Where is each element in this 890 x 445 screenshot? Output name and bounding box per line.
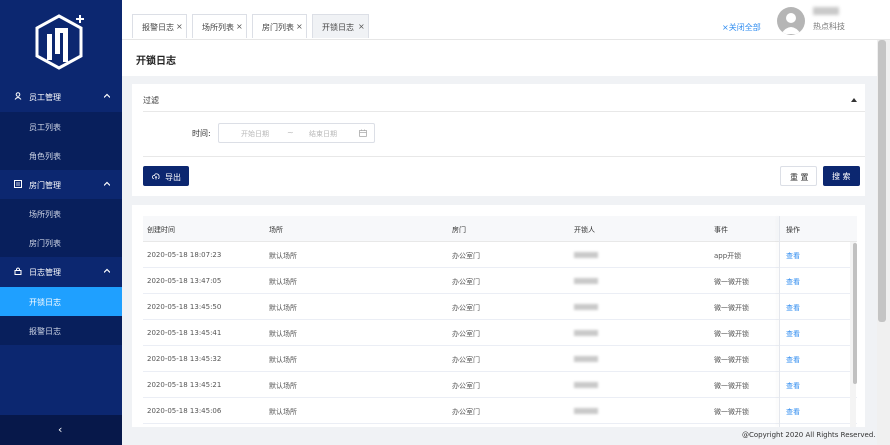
table-row: 2020-05-18 13:47:05 默认场所 办公室门 微一微开锁 查看 [143, 268, 857, 294]
top-header: 报警日志 × 场所列表 × 房门列表 × 开锁日志 × ×关闭全部 热点科技 [122, 0, 890, 40]
user-avatar-icon [781, 13, 801, 34]
table-row: 2020-05-18 13:45:32 默认场所 办公室门 微一微开锁 查看 [143, 346, 857, 372]
divider [143, 111, 865, 112]
cloud-upload-icon [152, 173, 160, 180]
sidebar-group-employee[interactable]: 员工管理 [0, 83, 122, 111]
unlocker-blurred [574, 382, 598, 388]
sidebar-item-unlock-log[interactable]: 开锁日志 [0, 287, 122, 316]
sidebar: 员工管理 员工列表 角色列表 房门管理 场所列表 房门列表 日志管理 开锁日志 … [0, 0, 122, 445]
sidebar-item-role-list[interactable]: 角色列表 [0, 141, 122, 170]
date-range-picker[interactable]: 开始日期 ~ 结束日期 [218, 123, 375, 143]
close-icon[interactable]: × [236, 22, 243, 31]
unlock-log-table: 创建时间 场所 房门 开锁人 事件 操作 2020-05-18 18:07:23… [132, 205, 865, 427]
column-header: 场所 [269, 226, 283, 234]
filter-title: 过滤 [143, 96, 159, 105]
sidebar-group-door[interactable]: 房门管理 [0, 171, 122, 199]
view-link[interactable]: 查看 [786, 329, 800, 339]
sidebar-group-log[interactable]: 日志管理 [0, 258, 122, 286]
app-logo-icon [35, 14, 84, 70]
reset-button[interactable]: 重 置 [780, 166, 817, 186]
close-icon[interactable]: × [296, 22, 303, 31]
column-header: 房门 [452, 226, 466, 234]
close-icon[interactable]: × [358, 22, 365, 31]
export-button[interactable]: 导出 [143, 166, 189, 186]
view-link[interactable]: 查看 [786, 303, 800, 313]
lock-icon [14, 267, 22, 275]
copyright-text: @Copyright 2020 All Rights Reserved. [742, 431, 876, 439]
tab-alarm-log[interactable]: 报警日志 × [132, 14, 187, 38]
table-header: 创建时间 场所 房门 开锁人 事件 操作 [143, 216, 857, 242]
unlocker-blurred [574, 330, 598, 336]
chevron-up-icon [104, 181, 110, 186]
table-row: 2020-05-18 13:45:06 默认场所 办公室门 微一微开锁 查看 [143, 398, 857, 424]
table-row: 2020-05-18 13:45:21 默认场所 办公室门 微一微开锁 查看 [143, 372, 857, 398]
time-label: 时间: [192, 129, 211, 138]
close-icon[interactable]: × [176, 22, 183, 31]
sidebar-collapse-button[interactable]: ‹ [0, 415, 122, 445]
chevron-up-icon [104, 268, 110, 273]
tab-place-list[interactable]: 场所列表 × [192, 14, 247, 38]
sidebar-item-place-list[interactable]: 场所列表 [0, 199, 122, 228]
sidebar-item-door-list[interactable]: 房门列表 [0, 228, 122, 257]
close-all-tabs-link[interactable]: ×关闭全部 [722, 22, 761, 33]
column-header: 开锁人 [574, 226, 595, 234]
avatar[interactable] [777, 7, 805, 35]
sidebar-group-label: 房门管理 [29, 181, 61, 190]
table-row: 2020-05-18 18:07:23 默认场所 办公室门 app开锁 查看 [143, 242, 857, 268]
divider [143, 156, 865, 157]
end-date-placeholder[interactable]: 结束日期 [309, 129, 337, 139]
column-header: 事件 [714, 226, 728, 234]
chevron-left-icon: ‹ [58, 423, 63, 436]
start-date-placeholder[interactable]: 开始日期 [241, 129, 269, 139]
user-icon [14, 92, 22, 100]
table-row: 2020-05-18 13:45:50 默认场所 办公室门 微一微开锁 查看 [143, 294, 857, 320]
user-name-blurred [813, 7, 839, 15]
filter-panel: 过滤 时间: 开始日期 ~ 结束日期 导出 重 置 搜 索 [132, 84, 865, 196]
column-header: 操作 [786, 226, 800, 234]
tab-unlock-log[interactable]: 开锁日志 × [312, 14, 369, 38]
page-title: 开锁日志 [136, 56, 176, 67]
unlocker-blurred [574, 252, 598, 258]
page-title-bar: 开锁日志 [122, 40, 877, 76]
unlocker-blurred [574, 408, 598, 414]
view-link[interactable]: 查看 [786, 355, 800, 365]
company-name: 热点科技 [813, 22, 845, 31]
unlocker-blurred [574, 278, 598, 284]
view-link[interactable]: 查看 [786, 407, 800, 417]
table-scrollbar-thumb[interactable] [853, 243, 857, 384]
search-button[interactable]: 搜 索 [823, 166, 860, 186]
view-link[interactable]: 查看 [786, 251, 800, 261]
page-scrollbar-thumb[interactable] [878, 40, 886, 322]
calendar-icon [359, 129, 367, 137]
collapse-caret-icon[interactable] [851, 98, 857, 102]
unlocker-blurred [574, 304, 598, 310]
sidebar-item-alarm-log[interactable]: 报警日志 [0, 316, 122, 345]
view-link[interactable]: 查看 [786, 381, 800, 391]
unlocker-blurred [574, 356, 598, 362]
table-row: 2020-05-18 13:45:41 默认场所 办公室门 微一微开锁 查看 [143, 320, 857, 346]
list-icon [14, 180, 22, 188]
chevron-up-icon [104, 93, 110, 98]
sidebar-group-label: 员工管理 [29, 93, 61, 102]
view-link[interactable]: 查看 [786, 277, 800, 287]
date-separator: ~ [287, 128, 294, 137]
tab-door-list[interactable]: 房门列表 × [252, 14, 307, 38]
sidebar-group-label: 日志管理 [29, 268, 61, 277]
fixed-column-divider [779, 216, 780, 427]
sidebar-item-employee-list[interactable]: 员工列表 [0, 112, 122, 141]
column-header: 创建时间 [147, 226, 175, 234]
